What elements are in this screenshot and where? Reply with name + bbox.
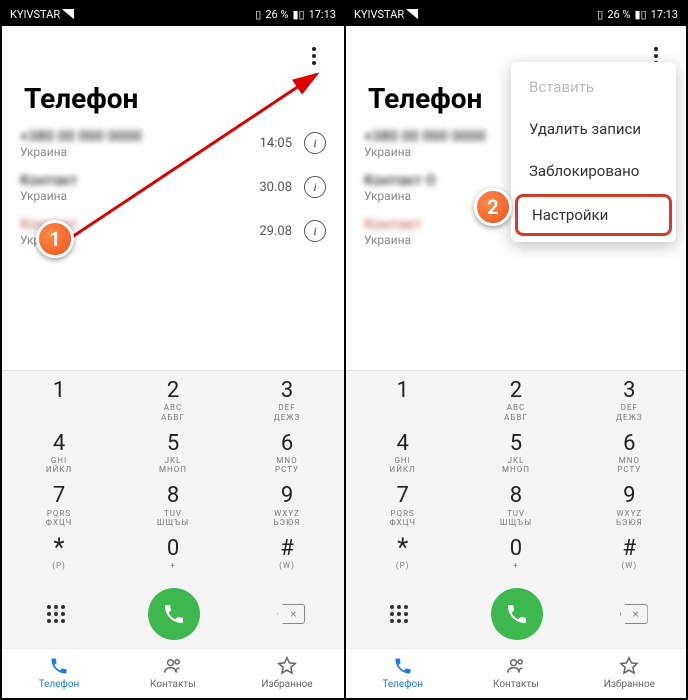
nav-favorites[interactable]: Избранное — [573, 649, 686, 698]
info-icon[interactable]: i — [304, 220, 326, 242]
nav-favorites-label: Избранное — [261, 679, 312, 690]
call-region: Украина — [20, 189, 259, 203]
status-bar: KYIVSTAR ▯ 26 % ▮▯ 17:13 — [346, 2, 686, 26]
nav-phone-label: Телефон — [382, 679, 423, 690]
key-5[interactable]: 5JKLМНОП — [459, 428, 572, 481]
annotation-marker-2: 2 — [474, 188, 512, 226]
key-7[interactable]: 7PQRSФХЦЧ — [2, 480, 116, 533]
key-8[interactable]: 8TUVШЩЪЫ — [116, 480, 230, 533]
key-1[interactable]: 1 — [2, 375, 116, 428]
phone-tab-icon — [49, 656, 69, 676]
status-bar: KYIVSTAR ▯ 26 % ▮▯ 17:13 — [2, 2, 344, 26]
vibrate-icon: ▯ — [255, 8, 261, 21]
overflow-menu-button[interactable] — [302, 44, 326, 68]
collapse-dialpad-icon[interactable] — [384, 605, 414, 623]
phone-icon — [505, 602, 529, 626]
call-number: Контакт — [20, 171, 259, 189]
info-icon[interactable]: i — [304, 132, 326, 154]
nav-phone[interactable]: Телефон — [346, 649, 459, 698]
carrier-label: KYIVSTAR — [354, 8, 404, 21]
collapse-dialpad-icon[interactable] — [41, 605, 71, 623]
call-number: +380 00 000 0000 — [20, 127, 260, 145]
bottom-nav: Телефон Контакты Избранное — [2, 648, 344, 698]
status-time: 17:13 — [309, 8, 336, 21]
nav-contacts[interactable]: Контакты — [459, 649, 572, 698]
contacts-icon — [162, 656, 184, 676]
battery-pct: 26 % — [607, 8, 630, 21]
key-hash[interactable]: #(W) — [230, 533, 344, 586]
nav-phone[interactable]: Телефон — [2, 649, 116, 698]
annotation-marker-1: 1 — [36, 220, 74, 258]
bottom-nav: Телефон Контакты Избранное — [346, 648, 686, 698]
key-2[interactable]: 2ABCАБВГ — [116, 375, 230, 428]
call-button[interactable] — [148, 588, 200, 640]
call-row[interactable]: +380 00 000 0000 Украина 14:05 i — [2, 121, 344, 165]
nav-favorites-label: Избранное — [604, 679, 655, 690]
key-1[interactable]: 1 — [346, 375, 459, 428]
star-icon — [619, 656, 639, 676]
call-button[interactable] — [491, 588, 543, 640]
key-star[interactable]: *(P) — [2, 533, 116, 586]
key-3[interactable]: 3DEFДЕЖЗ — [230, 375, 344, 428]
battery-pct: 26 % — [265, 8, 288, 21]
backspace-button[interactable] — [620, 604, 648, 624]
key-4[interactable]: 4GHIИЙКЛ — [2, 428, 116, 481]
key-9[interactable]: 9WXYZЬЭЮЯ — [230, 480, 344, 533]
key-0[interactable]: 0+ — [116, 533, 230, 586]
key-8[interactable]: 8TUVШЩЪЫ — [459, 480, 572, 533]
menu-settings[interactable]: Настройки — [515, 194, 672, 236]
page-title: Телефон — [2, 68, 344, 121]
call-region: Украина — [20, 145, 260, 159]
key-4[interactable]: 4GHIИЙКЛ — [346, 428, 459, 481]
overflow-menu: Вставить Удалить записи Заблокировано На… — [511, 62, 676, 242]
signal-icon — [62, 9, 74, 19]
nav-contacts[interactable]: Контакты — [116, 649, 230, 698]
battery-icon: ▮▯ — [634, 8, 646, 21]
menu-blocked[interactable]: Заблокировано — [511, 150, 676, 192]
call-time: 14:05 — [260, 136, 292, 151]
carrier-label: KYIVSTAR — [10, 8, 60, 21]
dialpad: 1 2ABCАБВГ 3DEFДЕЖЗ 4GHIИЙКЛ 5JKLМНОП 6M… — [346, 370, 686, 648]
status-time: 17:13 — [651, 8, 678, 21]
menu-paste: Вставить — [511, 66, 676, 108]
key-9[interactable]: 9WXYZЬЭЮЯ — [573, 480, 686, 533]
key-3[interactable]: 3DEFДЕЖЗ — [573, 375, 686, 428]
key-6[interactable]: 6MNOРСТУ — [573, 428, 686, 481]
key-0[interactable]: 0+ — [459, 533, 572, 586]
backspace-button[interactable] — [277, 604, 305, 624]
nav-phone-label: Телефон — [39, 679, 80, 690]
key-2[interactable]: 2ABCАБВГ — [459, 375, 572, 428]
vibrate-icon: ▯ — [597, 8, 603, 21]
key-7[interactable]: 7PQRSФХЦЧ — [346, 480, 459, 533]
call-time: 29.08 — [259, 224, 292, 239]
contacts-icon — [505, 656, 527, 676]
nav-contacts-label: Контакты — [150, 679, 196, 690]
phone-icon — [162, 602, 186, 626]
call-time: 30.08 — [259, 180, 292, 195]
menu-delete-entries[interactable]: Удалить записи — [511, 108, 676, 150]
key-hash[interactable]: #(W) — [573, 533, 686, 586]
call-row[interactable]: Контакт Украина 30.08 i — [2, 165, 344, 209]
info-icon[interactable]: i — [304, 176, 326, 198]
dialpad: 1 2ABCАБВГ 3DEFДЕЖЗ 4GHIИЙКЛ 5JKLМНОП 6M… — [2, 370, 344, 648]
key-6[interactable]: 6MNOРСТУ — [230, 428, 344, 481]
signal-icon — [406, 9, 418, 19]
phone-tab-icon — [393, 656, 413, 676]
star-icon — [277, 656, 297, 676]
key-star[interactable]: *(P) — [346, 533, 459, 586]
nav-favorites[interactable]: Избранное — [230, 649, 344, 698]
nav-contacts-label: Контакты — [493, 679, 539, 690]
battery-icon: ▮▯ — [292, 8, 304, 21]
key-5[interactable]: 5JKLМНОП — [116, 428, 230, 481]
